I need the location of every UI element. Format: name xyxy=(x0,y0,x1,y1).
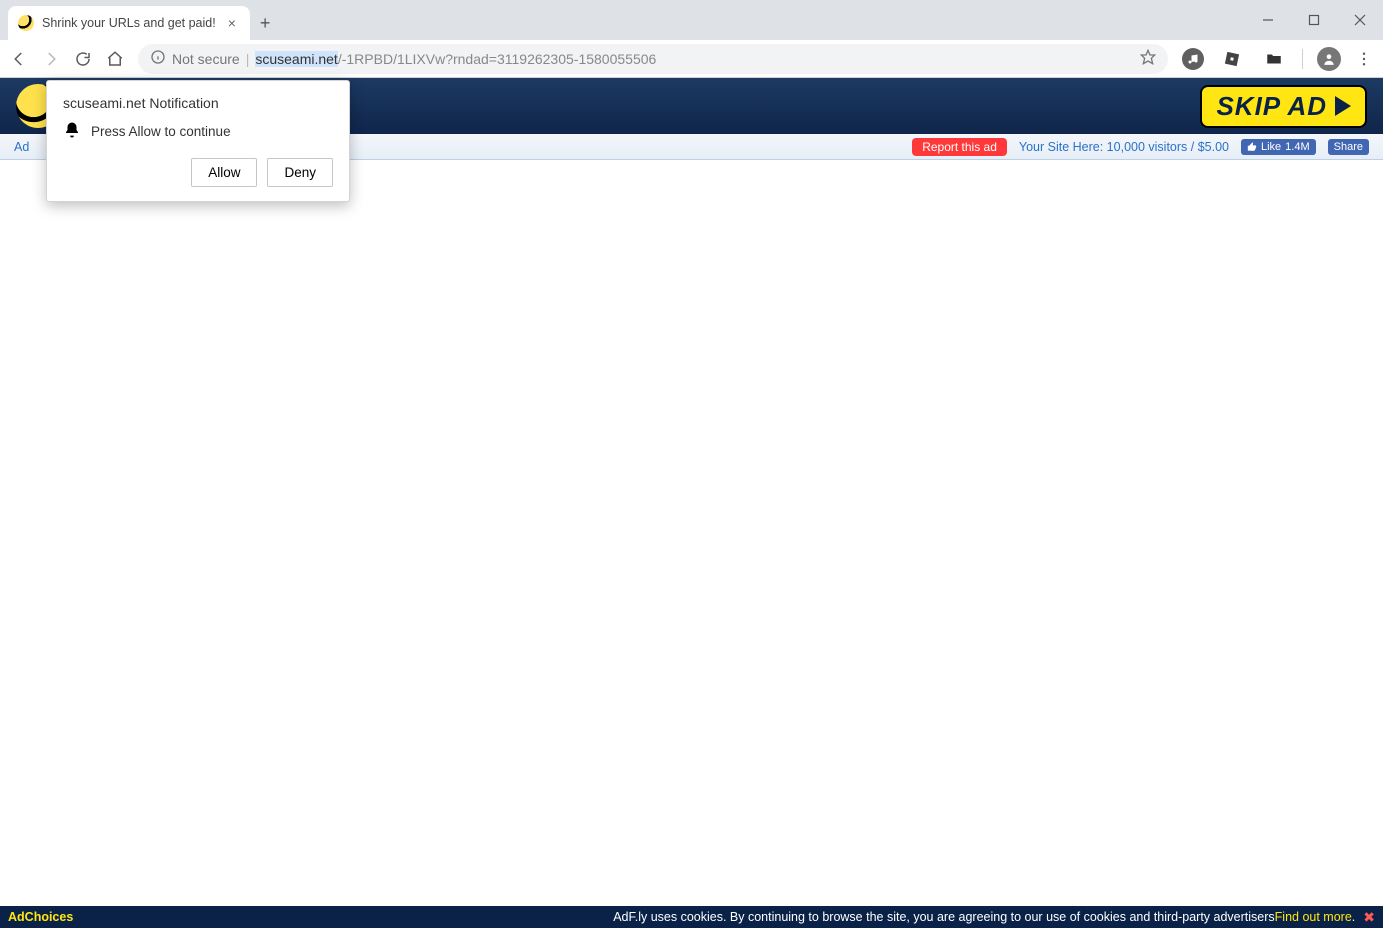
bookmark-star-icon[interactable] xyxy=(1140,49,1156,68)
facebook-like-button[interactable]: Like 1.4M xyxy=(1241,139,1316,155)
notification-body-text: Press Allow to continue xyxy=(91,124,231,139)
close-tab-icon[interactable]: × xyxy=(224,13,240,33)
cookie-text: AdF.ly uses cookies. By continuing to br… xyxy=(613,910,1274,924)
address-bar[interactable]: Not secure | scuseami.net/-1RPBD/1LIXVw?… xyxy=(138,44,1168,74)
browser-toolbar: Not secure | scuseami.net/-1RPBD/1LIXVw?… xyxy=(0,40,1383,78)
profile-avatar-icon[interactable] xyxy=(1317,47,1341,71)
back-button[interactable] xyxy=(10,50,28,68)
maximize-button[interactable] xyxy=(1291,4,1337,36)
notification-title: scuseami.net Notification xyxy=(63,95,333,111)
security-label: Not secure xyxy=(172,51,240,67)
notification-prompt: scuseami.net Notification Press Allow to… xyxy=(46,80,350,202)
your-site-here-link[interactable]: Your Site Here: 10,000 visitors / $5.00 xyxy=(1019,140,1229,154)
browser-tab[interactable]: Shrink your URLs and get paid! × xyxy=(8,6,250,40)
browser-tab-strip: Shrink your URLs and get paid! × + xyxy=(0,0,1383,40)
url-path: /-1RPBD/1LIXVw?rndad=3119262305-15800555… xyxy=(338,51,657,67)
skip-ad-button[interactable]: SKIP AD xyxy=(1200,85,1367,128)
advertise-link[interactable]: Ad xyxy=(14,140,29,154)
fb-like-count: 1.4M xyxy=(1285,141,1309,153)
adchoices-link[interactable]: AdChoices xyxy=(8,910,73,924)
find-out-more-link[interactable]: Find out more xyxy=(1275,910,1352,924)
tab-favicon-icon xyxy=(18,15,34,31)
minimize-button[interactable] xyxy=(1245,4,1291,36)
home-button[interactable] xyxy=(106,50,124,68)
url-text: scuseami.net/-1RPBD/1LIXVw?rndad=3119262… xyxy=(255,51,656,67)
play-triangle-icon xyxy=(1335,96,1351,116)
separator xyxy=(1302,49,1303,69)
cookie-consent-bar: AdChoices AdF.ly uses cookies. By contin… xyxy=(0,906,1383,928)
deny-button[interactable]: Deny xyxy=(267,158,333,187)
reload-button[interactable] xyxy=(74,50,92,68)
report-ad-button[interactable]: Report this ad xyxy=(912,138,1007,156)
close-window-button[interactable] xyxy=(1337,4,1383,36)
fb-like-label: Like xyxy=(1261,141,1281,153)
cookie-period: . xyxy=(1352,910,1355,924)
new-tab-button[interactable]: + xyxy=(250,7,281,40)
window-controls xyxy=(1245,0,1383,40)
close-cookie-icon[interactable]: ✖ xyxy=(1363,909,1375,926)
allow-button[interactable]: Allow xyxy=(191,158,257,187)
menu-button[interactable] xyxy=(1355,50,1373,68)
facebook-share-button[interactable]: Share xyxy=(1328,139,1369,155)
bell-icon xyxy=(63,121,81,142)
info-icon[interactable] xyxy=(150,49,166,68)
tab-title: Shrink your URLs and get paid! xyxy=(42,16,216,30)
url-host: scuseami.net xyxy=(255,51,337,67)
forward-button[interactable] xyxy=(42,50,60,68)
extension-folder-icon[interactable] xyxy=(1260,45,1288,73)
separator: | xyxy=(246,51,250,67)
extension-roblox-icon[interactable] xyxy=(1218,45,1246,73)
extension-music-icon[interactable] xyxy=(1182,48,1204,70)
skip-ad-label: SKIP AD xyxy=(1216,91,1327,122)
